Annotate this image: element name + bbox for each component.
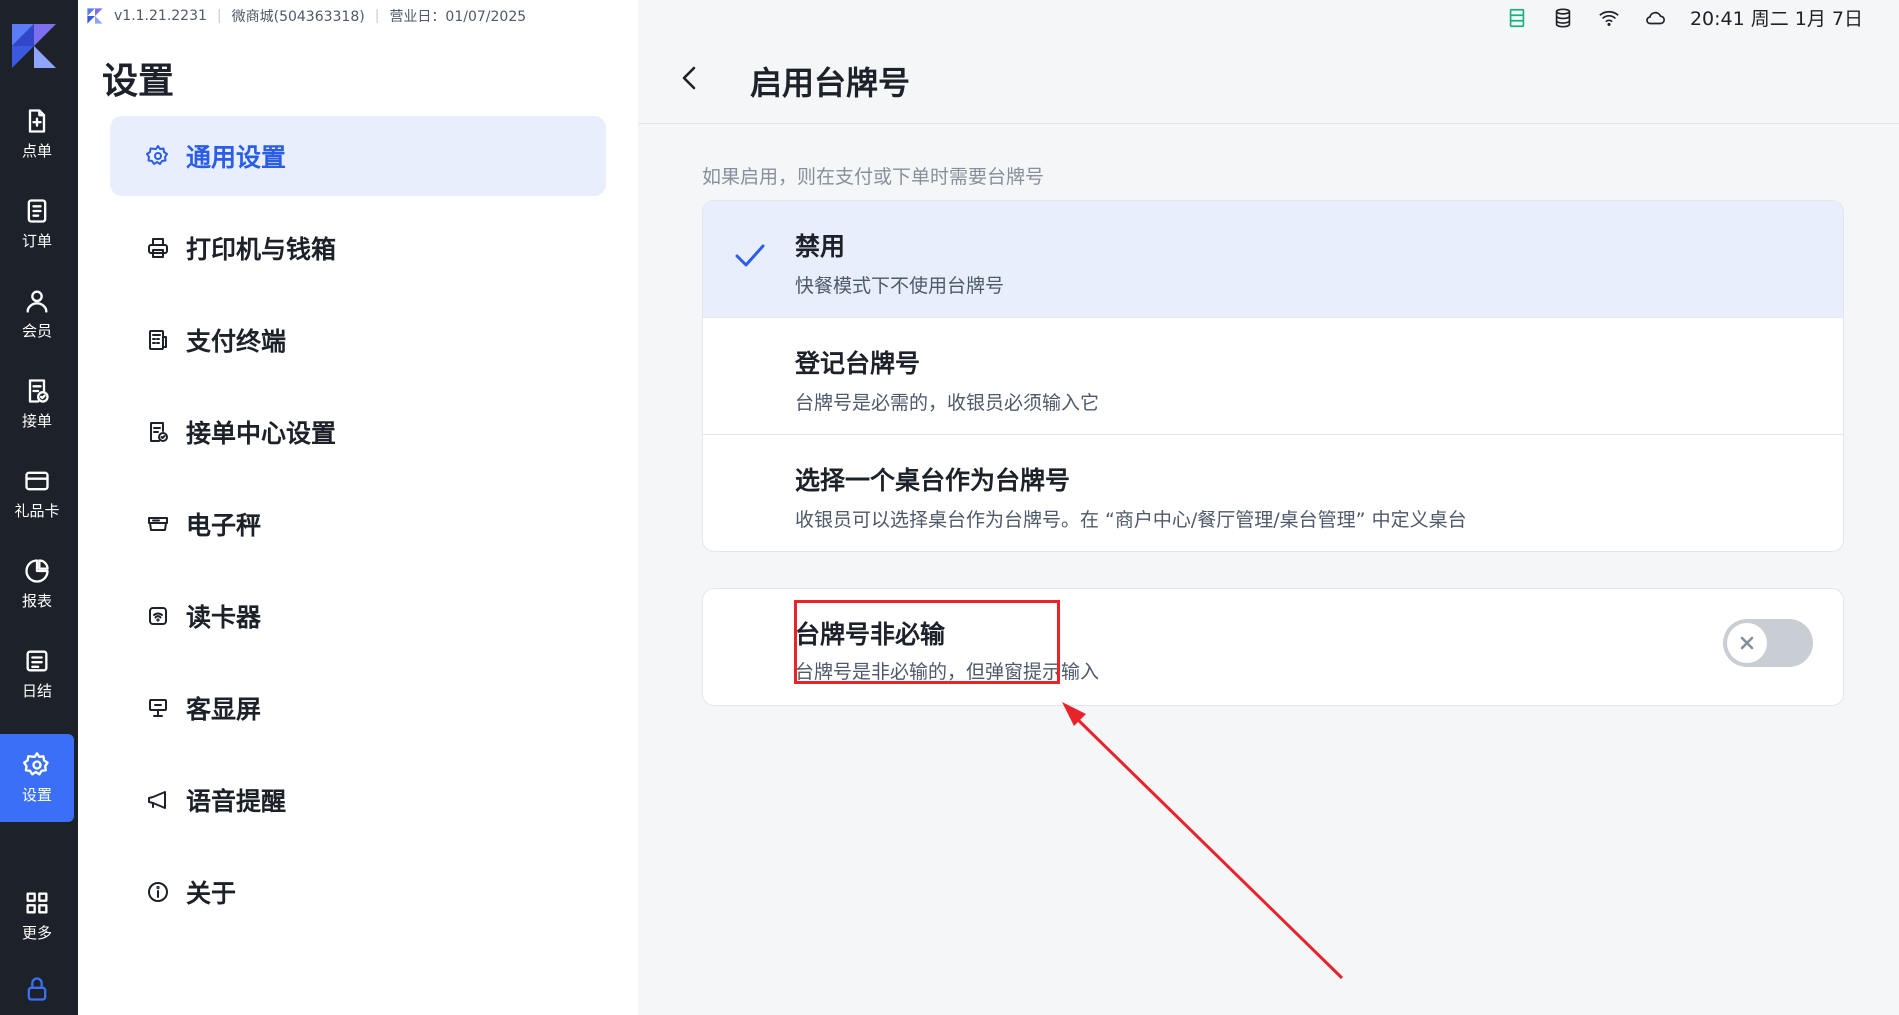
rail-item-label: 日结 [21, 682, 52, 700]
optional-toggle-switch[interactable] [1723, 619, 1813, 667]
rail-item-accept[interactable]: 接单 [0, 360, 74, 448]
detail-panel: 20:41 周二 1月 7日 启用台牌号 如果启用，则在支付或下单时需要台牌号 … [638, 0, 1899, 1015]
new-order-icon [28, 109, 46, 133]
divider: | [216, 8, 222, 24]
menu-item-label: 语音提醒 [186, 787, 287, 816]
store-name: 微商城(504363318) [231, 9, 365, 25]
rail-item-settings[interactable]: 设置 [0, 734, 74, 822]
business-day: 营业日：01/07/2025 [389, 9, 527, 25]
option-list: 禁用 快餐模式下不使用台牌号 登记台牌号 台牌号是必需的，收银员必须输入它 选择… [702, 200, 1844, 552]
option-desc: 台牌号是必需的，收银员必须输入它 [795, 392, 1100, 414]
megaphone-icon [148, 791, 166, 809]
menu-item-label: 接单中心设置 [186, 419, 337, 448]
option-desc: 快餐模式下不使用台牌号 [795, 275, 1005, 297]
rail-item-label: 礼品卡 [14, 502, 60, 520]
check-icon [733, 241, 767, 271]
rail-item-orders[interactable]: 订单 [0, 180, 74, 268]
info-icon [148, 882, 168, 902]
menu-item-payment-terminal[interactable]: 支付终端 [110, 300, 606, 380]
app-info-bar: v1.1.21.2231 | 微商城(504363318) | 营业日：01/0… [86, 6, 526, 26]
toggle-title: 台牌号非必输 [795, 620, 946, 649]
menu-item-label: 客显屏 [186, 695, 262, 724]
lock-button[interactable] [0, 975, 74, 1015]
scale-icon [148, 517, 168, 531]
menu-item-label: 支付终端 [186, 327, 287, 356]
daily-close-icon [26, 650, 48, 672]
menu-item-customer-display[interactable]: 客显屏 [110, 668, 606, 748]
gear-icon [146, 145, 168, 165]
toggle-knob [1727, 623, 1767, 663]
app-logo [12, 24, 56, 68]
member-icon [26, 290, 48, 313]
settings-title: 设置 [102, 61, 175, 102]
chevron-left-icon [682, 66, 696, 90]
option-desc: 收银员可以选择桌台作为台牌号。在 “商户中心/餐厅管理/桌台管理” 中定义桌台 [795, 509, 1467, 531]
close-icon [1740, 636, 1754, 650]
pos-terminal-icon [149, 330, 167, 350]
detail-title: 启用台牌号 [750, 64, 911, 102]
orders-icon [27, 199, 47, 223]
rail-item-daily-close[interactable]: 日结 [0, 630, 74, 718]
menu-item-printer[interactable]: 打印机与钱箱 [110, 208, 606, 288]
menu-item-label: 打印机与钱箱 [186, 235, 337, 264]
menu-item-label: 通用设置 [186, 143, 287, 172]
toggle-desc: 台牌号是非必输的，但弹窗提示输入 [795, 661, 1100, 683]
rail-item-label: 更多 [21, 924, 52, 942]
rail-item-report[interactable]: 报表 [0, 540, 74, 628]
rail-item-label: 点单 [21, 142, 52, 160]
grid-icon [26, 892, 48, 914]
menu-item-label: 关于 [186, 879, 237, 908]
customer-display-icon [149, 699, 167, 717]
option-title: 登记台牌号 [795, 349, 921, 378]
rail-item-gift-card[interactable]: 礼品卡 [0, 450, 74, 538]
menu-item-label: 读卡器 [186, 603, 262, 632]
rail-item-label: 接单 [21, 412, 52, 430]
accept-order-icon [28, 379, 49, 403]
menu-item-about[interactable]: 关于 [110, 852, 606, 932]
rail-item-member[interactable]: 会员 [0, 270, 74, 358]
menu-item-general[interactable]: 通用设置 [110, 116, 606, 196]
app-logo-small [87, 8, 103, 24]
menu-item-scale[interactable]: 电子秤 [110, 484, 606, 564]
option-title: 禁用 [795, 232, 846, 261]
rail-item-order[interactable]: 点单 [0, 90, 74, 178]
hint-text: 如果启用，则在支付或下单时需要台牌号 [702, 166, 1045, 188]
order-center-icon [150, 422, 168, 442]
rail-item-label: 报表 [21, 592, 52, 610]
printer-icon [148, 238, 168, 258]
optional-toggle-card: 台牌号非必输 台牌号是非必输的，但弹窗提示输入 [702, 588, 1844, 706]
report-icon [25, 559, 49, 583]
menu-item-order-center[interactable]: 接单中心设置 [110, 392, 606, 472]
rail-item-label: 设置 [21, 786, 52, 804]
rail-item-more[interactable]: 更多 [0, 872, 74, 960]
menu-item-label: 电子秤 [186, 511, 262, 540]
option-disabled[interactable]: 禁用 快餐模式下不使用台牌号 [703, 201, 1843, 318]
menu-item-voice-alert[interactable]: 语音提醒 [110, 760, 606, 840]
gift-card-icon [25, 471, 49, 491]
option-title: 选择一个桌台作为台牌号 [795, 466, 1071, 495]
back-button[interactable] [676, 62, 704, 94]
card-reader-icon [149, 607, 167, 625]
option-register[interactable]: 登记台牌号 台牌号是必需的，收银员必须输入它 [703, 318, 1843, 435]
option-select-table[interactable]: 选择一个桌台作为台牌号 收银员可以选择桌台作为台牌号。在 “商户中心/餐厅管理/… [703, 435, 1843, 551]
divider: | [374, 8, 380, 24]
rail-item-label: 订单 [21, 232, 52, 250]
lock-icon [27, 977, 47, 1001]
menu-item-card-reader[interactable]: 读卡器 [110, 576, 606, 656]
app-version: v1.1.21.2231 [114, 8, 207, 24]
rail-item-label: 会员 [21, 322, 52, 340]
gear-icon [23, 752, 49, 776]
left-rail: 点单 订单 会员 接单 礼品卡 报表 日结 设置 更多 [0, 0, 78, 1015]
